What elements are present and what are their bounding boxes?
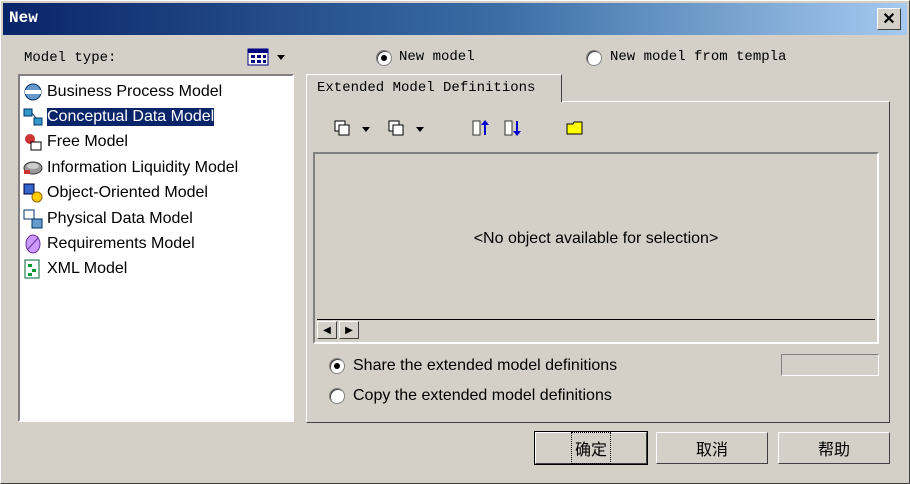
object-oriented-icon (23, 183, 43, 203)
list-item[interactable]: Physical Data Model (22, 207, 193, 231)
tab-extended-model-definitions[interactable]: Extended Model Definitions (306, 74, 562, 102)
new-model-from-template-radio[interactable] (586, 50, 602, 66)
add-definitions-button[interactable] (332, 117, 372, 139)
help-label: 帮助 (817, 442, 850, 459)
close-icon: ✕ (882, 11, 896, 28)
free-model-icon (25, 134, 42, 151)
copy-radio[interactable] (329, 388, 345, 404)
list-view-icon (247, 48, 285, 66)
copy-definitions-icon (388, 120, 424, 136)
definitions-grid[interactable]: <No object available for selection> ◀ ▶ (313, 152, 879, 344)
move-down-button[interactable] (503, 117, 523, 139)
window-title: New (9, 9, 38, 27)
add-definitions-icon (334, 120, 370, 136)
help-button[interactable]: 帮助 (778, 432, 890, 464)
tab-label: Extended Model Definitions (317, 80, 536, 96)
close-button[interactable]: ✕ (877, 8, 901, 30)
ok-label: 确定 (570, 432, 612, 464)
open-folder-button[interactable] (565, 117, 585, 139)
ok-button[interactable]: 确定 (534, 431, 648, 465)
model-type-list[interactable]: Business Process Model Conceptual Data M… (18, 74, 294, 422)
list-item[interactable]: Object-Oriented Model (22, 181, 208, 205)
horizontal-scrollbar[interactable]: ◀ ▶ (317, 319, 875, 340)
scroll-right-button[interactable]: ▶ (339, 321, 359, 339)
xml-model-icon (24, 259, 40, 279)
arrow-left-icon: ◀ (323, 324, 331, 336)
information-liquidity-icon (23, 161, 43, 175)
new-model-from-template-label: New model from templa (610, 49, 787, 65)
list-item[interactable]: Requirements Model (22, 232, 195, 256)
definition-textbox (781, 354, 879, 376)
physical-data-icon (23, 209, 43, 229)
copy-label: Copy the extended model definitions (353, 387, 612, 404)
copy-definitions-button[interactable] (386, 117, 426, 139)
move-up-button[interactable] (471, 117, 491, 139)
cancel-button[interactable]: 取消 (656, 432, 768, 464)
list-item[interactable]: Information Liquidity Model (22, 156, 238, 180)
list-item[interactable]: Business Process Model (22, 80, 222, 104)
list-item[interactable]: Free Model (22, 130, 128, 154)
cancel-label: 取消 (695, 442, 728, 459)
new-model-radio[interactable] (376, 50, 392, 66)
move-down-icon (504, 120, 521, 136)
folder-icon (566, 121, 583, 135)
move-up-icon (472, 120, 489, 136)
requirements-icon (25, 234, 41, 254)
title-bar: New ✕ (3, 3, 907, 35)
empty-message: <No object available for selection> (473, 230, 719, 247)
scroll-left-button[interactable]: ◀ (317, 321, 337, 339)
share-label: Share the extended model definitions (353, 357, 618, 374)
new-model-label: New model (399, 49, 475, 65)
business-process-icon (24, 83, 42, 101)
share-radio[interactable] (329, 358, 345, 374)
view-mode-dropdown[interactable] (247, 47, 287, 67)
list-item[interactable]: XML Model (22, 257, 127, 281)
arrow-right-icon: ▶ (345, 324, 353, 336)
conceptual-data-icon (23, 108, 43, 126)
dropdown-arrow-icon (277, 55, 285, 60)
model-type-label: Model type: (24, 50, 117, 66)
list-item[interactable]: Conceptual Data Model (22, 105, 216, 129)
